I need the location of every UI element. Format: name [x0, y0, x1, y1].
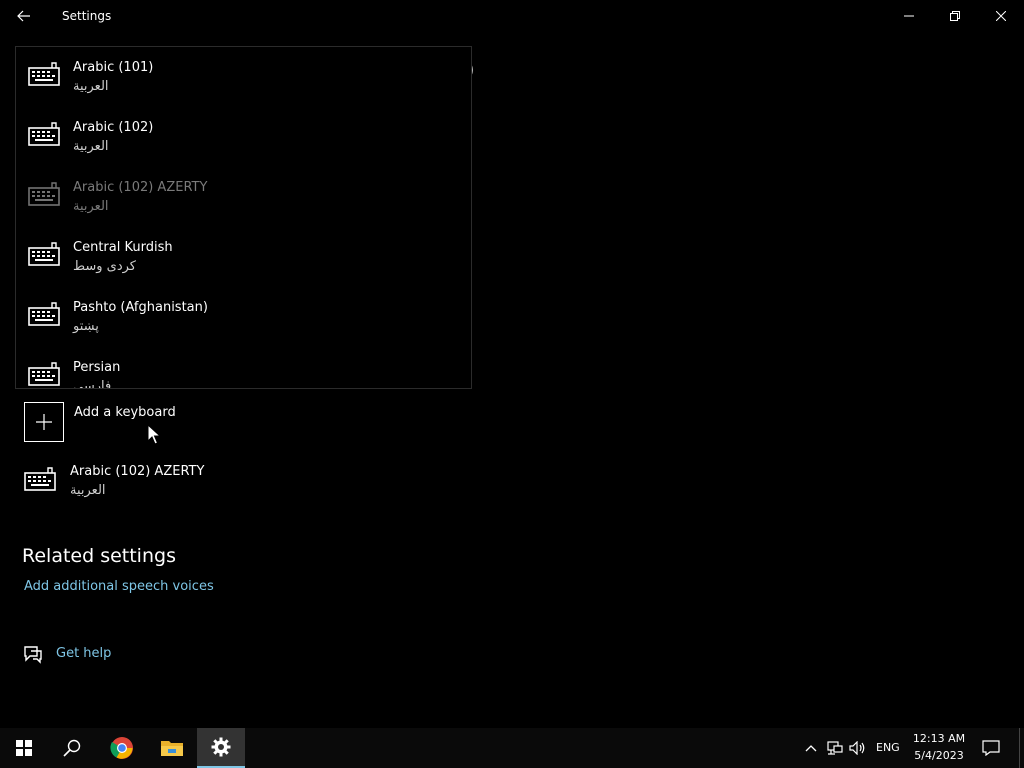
- clock-time[interactable]: 12:13 AM: [908, 732, 970, 745]
- close-icon: [996, 11, 1006, 21]
- installed-keyboard-native: العربية: [70, 483, 106, 498]
- keyboard-option-native: پښتو: [73, 319, 99, 334]
- installed-keyboard-item[interactable]: Arabic (102) AZERTY العربية: [24, 462, 424, 508]
- back-arrow-icon: [17, 10, 30, 22]
- keyboard-icon: [24, 467, 56, 491]
- chrome-button[interactable]: [98, 728, 146, 768]
- restore-icon: [950, 11, 960, 21]
- windows-logo-icon: [16, 740, 32, 756]
- keyboard-option-name: Persian: [73, 360, 121, 375]
- start-button[interactable]: [0, 728, 48, 768]
- show-desktop-button[interactable]: [1019, 728, 1020, 768]
- gear-icon: [211, 737, 231, 757]
- window-title: Settings: [62, 9, 112, 23]
- folder-icon: [161, 741, 183, 756]
- keyboard-option-name: Central Kurdish: [73, 240, 173, 255]
- back-button[interactable]: [8, 4, 40, 28]
- clock-date[interactable]: 5/4/2023: [908, 749, 970, 762]
- title-bar: Settings: [0, 0, 1024, 32]
- minimize-button[interactable]: [886, 0, 932, 32]
- keyboard-option-native: فارسی: [73, 379, 112, 389]
- settings-taskbar-button[interactable]: [197, 728, 245, 768]
- keyboard-option[interactable]: Central Kurdish کردی وسط: [16, 227, 471, 287]
- plus-icon: [36, 414, 52, 430]
- keyboard-icon: [28, 242, 60, 266]
- help-chat-icon: [24, 646, 42, 664]
- add-keyboard-button[interactable]: Add a keyboard: [24, 402, 324, 442]
- get-help-label: Get help: [56, 646, 112, 661]
- network-icon: [827, 741, 843, 755]
- keyboard-option[interactable]: Persian فارسی: [16, 347, 471, 389]
- keyboard-option[interactable]: Pashto (Afghanistan) پښتو: [16, 287, 471, 347]
- installed-keyboard-name: Arabic (102) AZERTY: [70, 464, 205, 479]
- related-settings-heading: Related settings: [22, 545, 176, 567]
- mouse-cursor-icon: [147, 424, 161, 445]
- close-button[interactable]: [978, 0, 1024, 32]
- get-help-link[interactable]: Get help: [22, 643, 172, 667]
- keyboard-option-native: العربية: [73, 139, 109, 154]
- keyboard-icon: [28, 182, 60, 206]
- keyboard-option-name: Arabic (102) AZERTY: [73, 180, 208, 195]
- volume-button[interactable]: [849, 739, 867, 757]
- keyboard-icon: [28, 122, 60, 146]
- keyboard-option-native: العربية: [73, 79, 109, 94]
- speaker-icon: [849, 741, 865, 755]
- keyboard-option-name: Pashto (Afghanistan): [73, 300, 208, 315]
- keyboard-option-native: العربية: [73, 199, 109, 214]
- show-hidden-icons-button[interactable]: [802, 739, 820, 757]
- keyboard-option-name: Arabic (101): [73, 60, 154, 75]
- add-keyboard-label: Add a keyboard: [74, 405, 176, 420]
- search-button[interactable]: [48, 728, 96, 768]
- keyboard-icon: [28, 62, 60, 86]
- add-box: [24, 402, 64, 442]
- keyboard-option-native: کردی وسط: [73, 259, 136, 274]
- keyboard-option[interactable]: Arabic (101) العربية: [16, 47, 471, 107]
- taskbar: ENG 12:13 AM 5/4/2023: [0, 728, 1024, 768]
- file-explorer-button[interactable]: [148, 728, 196, 768]
- add-speech-voices-link[interactable]: Add additional speech voices: [24, 579, 214, 594]
- minimize-icon: [904, 15, 914, 17]
- action-center-button[interactable]: [978, 736, 1004, 760]
- search-icon: [63, 739, 81, 757]
- keyboard-icon: [28, 362, 60, 386]
- keyboard-option[interactable]: Arabic (102) العربية: [16, 107, 471, 167]
- chevron-up-icon: [805, 745, 817, 752]
- keyboard-option-name: Arabic (102): [73, 120, 154, 135]
- keyboard-dropdown-list[interactable]: Arabic (101) العربية Arabic (102) العربية Ar…: [15, 46, 472, 389]
- restore-button[interactable]: [932, 0, 978, 32]
- chrome-icon: [110, 737, 133, 759]
- keyboard-icon: [28, 302, 60, 326]
- keyboard-option: Arabic (102) AZERTY العربية: [16, 167, 471, 227]
- network-button[interactable]: [826, 739, 844, 757]
- input-language-indicator[interactable]: ENG: [876, 741, 900, 754]
- notification-icon: [982, 740, 1000, 756]
